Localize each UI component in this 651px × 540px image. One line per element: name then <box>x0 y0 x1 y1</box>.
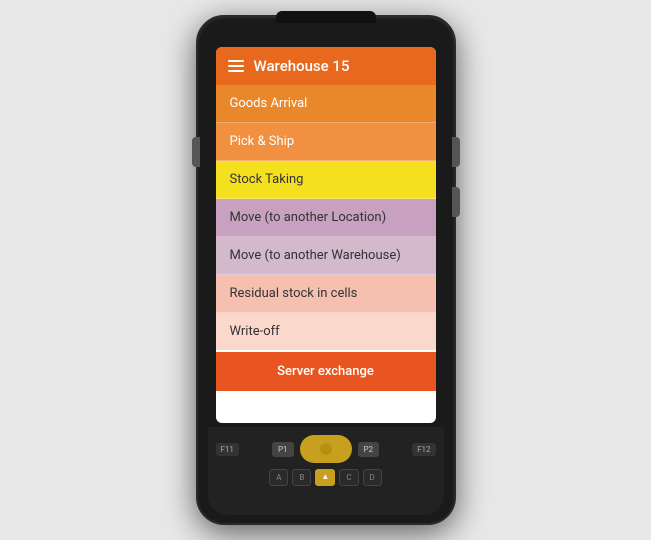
f11-key[interactable]: F11 <box>216 443 239 456</box>
menu-item-goods-arrival[interactable]: Goods Arrival <box>216 85 436 123</box>
a-key[interactable]: A <box>269 469 288 486</box>
server-exchange-button[interactable]: Server exchange <box>216 352 436 391</box>
p2-key[interactable]: P2 <box>358 442 380 457</box>
menu-list: Goods Arrival Pick & Ship Stock Taking M… <box>216 85 436 350</box>
keypad: F11 P1 P2 F12 A B ▲ C D <box>208 427 444 515</box>
side-button-right-2[interactable] <box>452 187 460 217</box>
c-key[interactable]: C <box>339 469 358 486</box>
menu-item-residual-stock[interactable]: Residual stock in cells <box>216 275 436 313</box>
device-screen: Warehouse 15 Goods Arrival Pick & Ship S… <box>216 47 436 423</box>
nav-up-key[interactable]: ▲ <box>315 469 335 486</box>
menu-item-move-location[interactable]: Move (to another Location) <box>216 199 436 237</box>
device-top-bumper <box>276 11 376 23</box>
app-header: Warehouse 15 <box>216 47 436 85</box>
menu-item-stock-taking[interactable]: Stock Taking <box>216 161 436 199</box>
bottom-keys-row: A B ▲ C D <box>208 467 444 488</box>
menu-item-move-warehouse[interactable]: Move (to another Warehouse) <box>216 237 436 275</box>
app-title: Warehouse 15 <box>254 57 350 75</box>
handheld-device: Warehouse 15 Goods Arrival Pick & Ship S… <box>196 15 456 525</box>
side-button-right-1[interactable] <box>452 137 460 167</box>
menu-item-pick-ship[interactable]: Pick & Ship <box>216 123 436 161</box>
d-key[interactable]: D <box>363 469 382 486</box>
d-pad[interactable] <box>300 435 352 463</box>
d-pad-area: P1 P2 <box>264 433 387 465</box>
d-pad-center <box>320 443 332 455</box>
side-button-left[interactable] <box>192 137 200 167</box>
menu-item-writeoff[interactable]: Write-off <box>216 313 436 350</box>
keypad-top-row: F11 P1 P2 F12 <box>208 427 444 467</box>
f12-key[interactable]: F12 <box>412 443 435 456</box>
hamburger-icon[interactable] <box>228 60 244 72</box>
p1-key[interactable]: P1 <box>272 442 294 457</box>
b-key[interactable]: B <box>292 469 311 486</box>
